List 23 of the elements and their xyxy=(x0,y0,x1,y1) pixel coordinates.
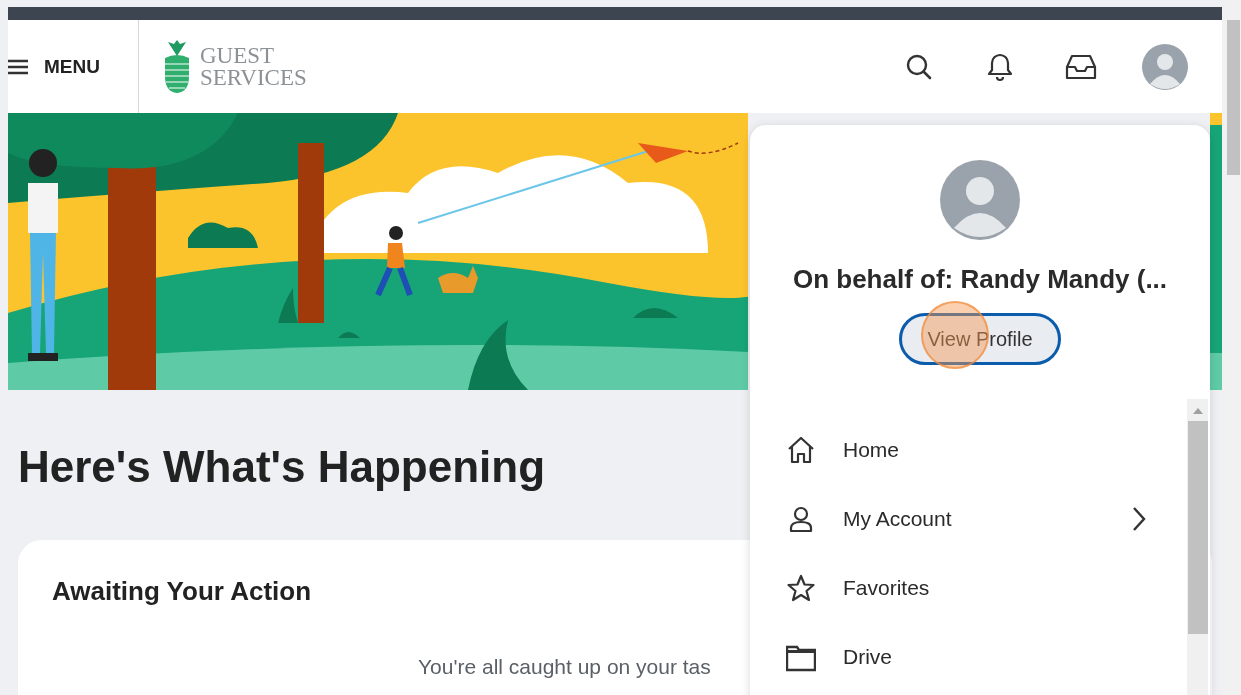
menu-item[interactable]: Drive xyxy=(750,622,1187,691)
menu-item[interactable]: My Account xyxy=(750,484,1187,553)
logo-text: SERVICES xyxy=(200,66,307,89)
avatar-button[interactable] xyxy=(1142,43,1188,90)
menu-item[interactable]: Favorites xyxy=(750,553,1187,622)
pineapple-icon xyxy=(162,39,192,94)
avatar-icon xyxy=(1142,43,1188,90)
home-icon xyxy=(786,434,816,465)
avatar-icon xyxy=(940,160,1020,240)
empty-state-message: You're all caught up on your tas xyxy=(418,655,711,679)
logo-text: GUEST xyxy=(200,44,276,67)
search-icon xyxy=(905,52,933,81)
page-heading: Here's What's Happening xyxy=(18,441,545,493)
menu-item[interactable]: Home xyxy=(750,415,1187,484)
menu-icon xyxy=(8,58,28,75)
menu-scrollbar[interactable] xyxy=(1187,399,1208,695)
menu-button[interactable]: MENU xyxy=(8,46,138,87)
inbox-icon xyxy=(1065,53,1097,80)
scroll-up-icon[interactable] xyxy=(1192,407,1203,415)
star-icon xyxy=(786,572,816,603)
card-title: Awaiting Your Action xyxy=(52,576,312,607)
bell-icon xyxy=(986,51,1014,82)
profile-name: On behalf of: Randy Mandy (... xyxy=(792,264,1168,295)
